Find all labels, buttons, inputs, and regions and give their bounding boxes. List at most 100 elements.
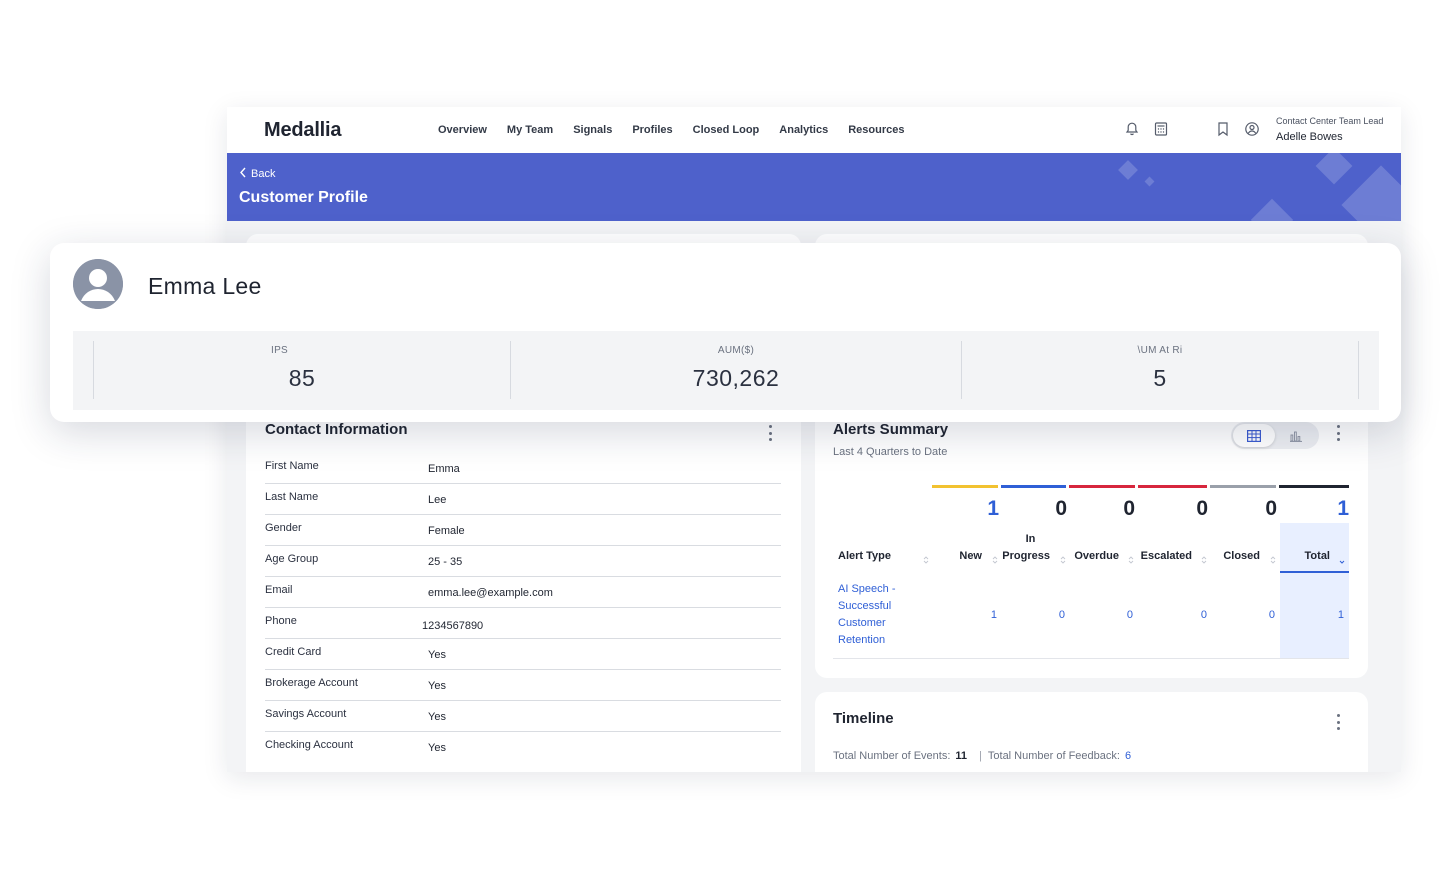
events-label: Total Number of Events: <box>833 750 951 762</box>
top-navbar: Medallia Overview My Team Signals Profil… <box>227 107 1401 153</box>
contact-label: Savings Account <box>265 708 347 720</box>
escalated-header[interactable]: Escalated <box>1137 550 1192 562</box>
page-header-banner: Back Customer Profile <box>227 153 1401 221</box>
timeline-stats: Total Number of Events: 11 | Total Numbe… <box>833 750 1131 762</box>
bell-icon[interactable] <box>1124 121 1140 137</box>
nav-resources[interactable]: Resources <box>848 124 904 136</box>
in-progress-color-bar <box>1001 485 1066 488</box>
overdue-header[interactable]: Overdue <box>1071 550 1119 562</box>
timeline-card-title: Timeline <box>833 710 894 727</box>
feedback-value[interactable]: 6 <box>1125 750 1131 762</box>
contact-row-email: Email emma.lee@example.com <box>265 577 781 608</box>
contact-label: Email <box>265 584 293 596</box>
new-count[interactable]: 1 <box>963 497 999 521</box>
contact-label: Age Group <box>265 553 319 565</box>
row-divider <box>833 658 1349 659</box>
total-header[interactable]: Total <box>1290 550 1330 562</box>
contact-row-savings-account: Savings Account Yes <box>265 701 781 732</box>
sort-icon[interactable] <box>992 552 998 564</box>
total-color-bar <box>1279 485 1349 488</box>
new-header[interactable]: New <box>955 550 982 562</box>
alert-type-line[interactable]: Successful <box>838 600 891 612</box>
sort-icon[interactable] <box>1270 552 1276 564</box>
user-circle-icon[interactable] <box>1244 121 1260 137</box>
sort-icon[interactable] <box>1060 552 1066 564</box>
contact-label: Checking Account <box>265 739 354 751</box>
view-toggle <box>1231 422 1319 449</box>
contact-row-first-name: First Name Emma <box>265 453 781 484</box>
bookmark-icon[interactable] <box>1215 121 1231 137</box>
metric-aum-at-risk: \UM At Ri 5 <box>962 341 1358 399</box>
alerts-card-subtitle: Last 4 Quarters to Date <box>833 446 948 458</box>
total-sort-underline <box>1280 571 1349 573</box>
stats-divider: | <box>979 750 982 762</box>
overdue-count: 0 <box>1123 497 1135 520</box>
metric-label: IPS <box>271 345 289 356</box>
overdue-color-bar <box>1069 485 1135 488</box>
events-value: 11 <box>955 750 968 762</box>
contact-label: First Name <box>265 460 319 472</box>
contact-value: Yes <box>428 742 446 754</box>
in-progress-header[interactable]: Progress <box>1001 550 1050 562</box>
back-link[interactable]: Back <box>239 167 275 181</box>
nav-analytics[interactable]: Analytics <box>779 124 828 136</box>
new-cell[interactable]: 1 <box>985 609 997 621</box>
closed-header[interactable]: Closed <box>1214 550 1260 562</box>
chart-view-icon[interactable] <box>1275 424 1317 447</box>
contact-label: Phone <box>265 615 297 627</box>
nav-overview[interactable]: Overview <box>438 124 487 136</box>
metric-aum: AUM($) 730,262 <box>511 341 961 399</box>
sort-icon[interactable] <box>1128 552 1134 564</box>
app-window: Medallia Overview My Team Signals Profil… <box>227 107 1401 772</box>
contact-value: Yes <box>428 649 446 661</box>
closed-color-bar <box>1210 485 1276 488</box>
decorative-diamond <box>1315 153 1353 185</box>
contact-value: Female <box>428 525 465 537</box>
metric-value: 85 <box>288 365 316 391</box>
nav-signals[interactable]: Signals <box>573 124 612 136</box>
contact-value: 1234567890 <box>422 620 484 632</box>
nav-my-team[interactable]: My Team <box>507 124 553 136</box>
alert-type-line[interactable]: Customer <box>838 617 886 629</box>
metric-label: \UM At Ri <box>1137 345 1183 356</box>
nav-closed-loop[interactable]: Closed Loop <box>693 124 760 136</box>
contact-row-gender: Gender Female <box>265 515 781 546</box>
metric-divider <box>1358 341 1359 399</box>
contact-value: Yes <box>428 680 446 692</box>
alert-type-header[interactable]: Alert Type <box>838 550 891 562</box>
contact-value: 25 - 35 <box>428 556 463 568</box>
nav-profiles[interactable]: Profiles <box>632 124 672 136</box>
sort-icon[interactable] <box>923 552 929 564</box>
contact-row-checking-account: Checking Account Yes <box>265 732 781 763</box>
total-count[interactable]: 1 <box>1313 497 1349 521</box>
in-progress-count: 0 <box>1055 497 1067 520</box>
closed-cell[interactable]: 0 <box>1263 609 1275 621</box>
timeline-more-options-icon[interactable] <box>1332 713 1344 731</box>
contact-card-title: Contact Information <box>265 421 408 438</box>
contact-label: Gender <box>265 522 302 534</box>
contact-row-age-group: Age Group 25 - 35 <box>265 546 781 577</box>
in-progress-cell[interactable]: 0 <box>1053 609 1065 621</box>
user-name[interactable]: Adelle Bowes <box>1276 131 1343 143</box>
calculator-icon[interactable] <box>1153 121 1169 137</box>
sort-desc-icon[interactable] <box>1339 552 1345 564</box>
sort-icon[interactable] <box>1201 552 1207 564</box>
escalated-cell[interactable]: 0 <box>1195 609 1207 621</box>
decorative-diamond <box>1118 160 1138 180</box>
medallia-logo[interactable]: Medallia <box>264 119 342 142</box>
contact-more-options-icon[interactable] <box>764 424 776 442</box>
new-color-bar <box>932 485 998 488</box>
overdue-cell[interactable]: 0 <box>1121 609 1133 621</box>
back-label: Back <box>251 168 276 180</box>
metric-value: 5 <box>1153 365 1167 391</box>
contact-value: Emma <box>428 463 460 475</box>
alert-type-line[interactable]: Retention <box>838 634 885 646</box>
alerts-more-options-icon[interactable] <box>1332 424 1344 442</box>
contact-value: Lee <box>428 494 447 506</box>
alert-type-line[interactable]: AI Speech - <box>838 583 895 595</box>
table-view-icon[interactable] <box>1233 424 1275 447</box>
total-cell[interactable]: 1 <box>1332 609 1344 621</box>
user-role: Contact Center Team Lead <box>1276 116 1384 126</box>
timeline-card: Timeline Total Number of Events: 11 | To… <box>815 692 1368 772</box>
contact-row-last-name: Last Name Lee <box>265 484 781 515</box>
